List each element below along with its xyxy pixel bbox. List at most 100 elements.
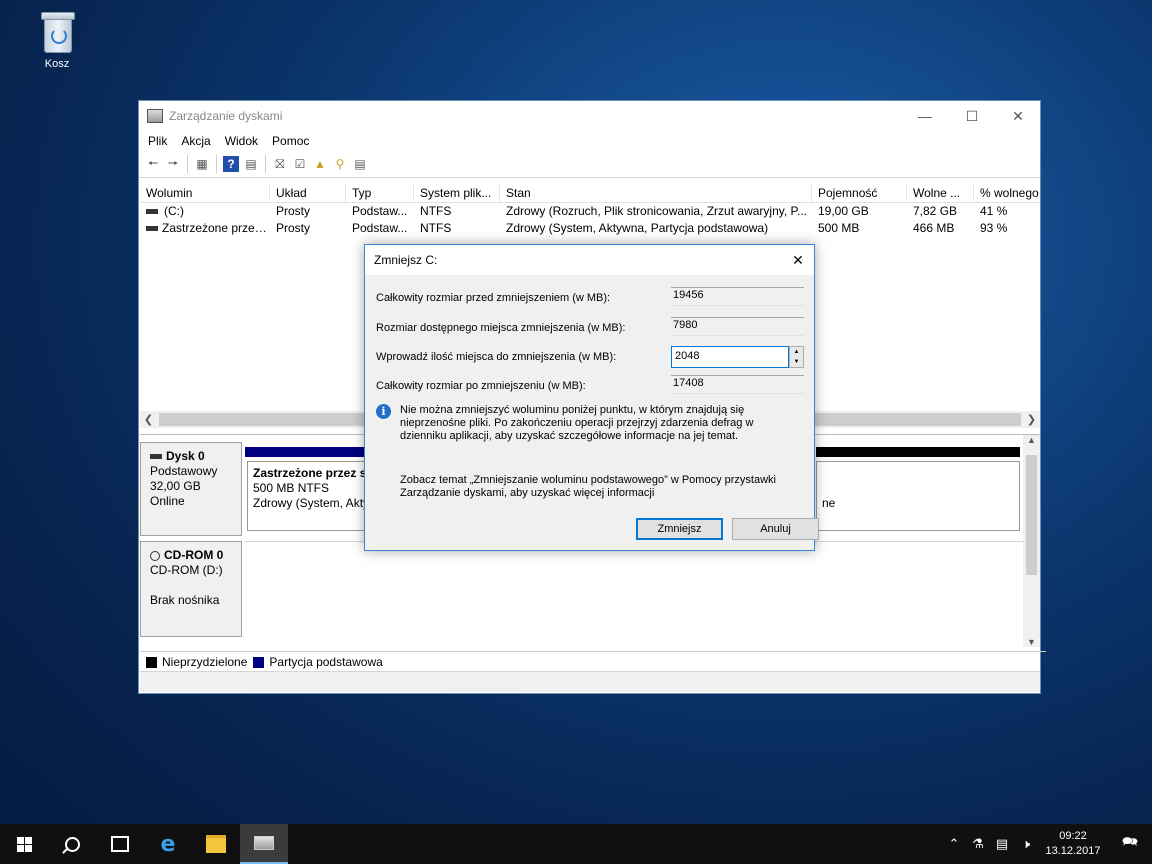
legend: Nieprzydzielone Partycja podstawowa: [140, 651, 1046, 672]
disk-management-app-icon: [147, 109, 163, 123]
vertical-scroll-thumb[interactable]: [1026, 455, 1037, 575]
disk-0-label[interactable]: Dysk 0 Podstawowy 32,00 GB Online: [140, 442, 242, 536]
col-wolne[interactable]: Wolne ...: [907, 184, 974, 202]
menu-akcja[interactable]: Akcja: [174, 134, 217, 148]
console-tree-icon[interactable]: ▦: [194, 156, 210, 172]
shrink-amount-input[interactable]: 2048: [671, 346, 789, 368]
cdrom-0-name: CD-ROM 0: [164, 548, 224, 562]
shrink-dialog: Zmniejsz C: ✕ Całkowity rozmiar przed zm…: [364, 244, 819, 551]
legend-unallocated-label: Nieprzydzielone: [162, 655, 248, 669]
volume-free: 7,82 GB: [913, 204, 958, 218]
connect-disk-icon[interactable]: ⛝: [272, 156, 288, 172]
help-icon[interactable]: ?: [223, 156, 239, 172]
col-uklad[interactable]: Układ: [270, 184, 346, 202]
enter-amount-label: Wprowadź ilość miejsca do zmniejszenia (…: [376, 351, 617, 363]
volume-name: (C:): [164, 204, 184, 218]
col-system-plikow[interactable]: System plik...: [414, 184, 500, 202]
maximize-button[interactable]: ☐: [949, 101, 995, 131]
search-folder-icon[interactable]: ⚲: [332, 156, 348, 172]
start-button[interactable]: [0, 824, 48, 864]
col-wolumin[interactable]: Wolumin: [140, 184, 270, 202]
folder-icon: [206, 835, 226, 853]
clock[interactable]: 09:22 13.12.2017: [1038, 829, 1108, 859]
dialog-titlebar[interactable]: Zmniejsz C: ✕: [365, 245, 814, 275]
windows-logo-icon: [16, 836, 32, 852]
col-stan[interactable]: Stan: [500, 184, 812, 202]
folder-up-icon[interactable]: ▲: [312, 156, 328, 172]
shrink-amount-stepper[interactable]: ▲ ▼: [789, 346, 804, 368]
recycle-bin-label: Kosz: [44, 58, 70, 70]
col-pojemnosc[interactable]: Pojemność: [812, 184, 907, 202]
dialog-close-icon[interactable]: ✕: [782, 245, 814, 275]
table-row[interactable]: Zastrzeżone przez ... Prosty Podstaw... …: [140, 220, 1040, 237]
notifications-icon[interactable]: 🗪: [1108, 833, 1152, 855]
menu-bar: Plik Akcja Widok Pomoc: [139, 131, 1040, 151]
volume-type: Podstaw...: [352, 221, 408, 235]
total-after-value: 17408: [671, 375, 804, 394]
recycle-bin-icon: [37, 10, 77, 54]
volume-type: Podstaw...: [352, 204, 408, 218]
spin-down-icon[interactable]: ▼: [790, 357, 803, 367]
menu-pomoc[interactable]: Pomoc: [265, 134, 316, 148]
network-icon[interactable]: ▤: [990, 836, 1014, 852]
volume-muted-icon[interactable]: 🕨: [1014, 836, 1038, 852]
search-icon: [61, 836, 80, 854]
volume-status: Zdrowy (System, Aktywna, Partycja podsta…: [506, 221, 769, 235]
volume-free: 466 MB: [913, 221, 955, 235]
volume-status: Zdrowy (Rozruch, Plik stronicowania, Zrz…: [506, 204, 807, 218]
show-hidden-icons-icon[interactable]: ⌃: [942, 836, 966, 852]
cdrom-0-label[interactable]: CD-ROM 0 CD-ROM (D:) Brak nośnika: [140, 541, 242, 637]
volume-table-header: Wolumin Układ Typ System plik... Stan Po…: [140, 184, 1040, 203]
partition-reserved[interactable]: Zastrzeżone przez sy 500 MB NTFS Zdrowy …: [247, 461, 365, 531]
file-explorer-button[interactable]: [192, 824, 240, 864]
scroll-left-icon[interactable]: ❮: [140, 413, 157, 426]
col-procent-wolnego[interactable]: % wolnego: [974, 184, 1040, 202]
partition-c[interactable]: ne: [816, 461, 1020, 531]
volume-filesystem: NTFS: [420, 221, 452, 235]
people-icon[interactable]: ⚗: [966, 836, 990, 852]
drive-icon: [146, 226, 158, 232]
disk-management-taskbar-button[interactable]: [240, 824, 288, 864]
search-button[interactable]: [48, 824, 96, 864]
volume-filesystem: NTFS: [420, 204, 452, 218]
table-row[interactable]: (C:) Prosty Podstaw... NTFS Zdrowy (Rozr…: [140, 203, 1040, 220]
edge-icon: e: [160, 831, 176, 857]
forward-arrow-icon[interactable]: 🠖: [165, 156, 181, 172]
partition-bar-c: [816, 447, 1020, 457]
edge-button[interactable]: e: [144, 824, 192, 864]
spin-up-icon[interactable]: ▲: [790, 347, 803, 357]
cdrom-0-area: [245, 541, 1023, 638]
cdrom-icon: [150, 550, 160, 561]
vertical-scrollbar[interactable]: ▲ ▼: [1023, 435, 1040, 647]
scroll-up-icon[interactable]: ▲: [1023, 435, 1040, 445]
dialog-title: Zmniejsz C:: [374, 253, 438, 267]
volume-layout: Prosty: [276, 204, 311, 218]
close-button[interactable]: ✕: [995, 101, 1041, 131]
menu-widok[interactable]: Widok: [218, 134, 265, 148]
action-pane-icon[interactable]: ▤: [243, 156, 259, 172]
cancel-button[interactable]: Anuluj: [732, 518, 819, 540]
help-message: Zobacz temat „Zmniejszanie woluminu pods…: [400, 474, 776, 499]
window-title: Zarządzanie dyskami: [169, 109, 283, 123]
scroll-down-icon[interactable]: ▼: [1023, 637, 1040, 647]
shrink-button[interactable]: Zmniejsz: [636, 518, 723, 540]
task-view-button[interactable]: [96, 824, 144, 864]
partition-bar-reserved: [245, 447, 365, 457]
volume-capacity: 19,00 GB: [818, 204, 869, 218]
minimize-button[interactable]: —: [902, 101, 948, 131]
properties-icon[interactable]: ▤: [352, 156, 368, 172]
disk-icon: [150, 454, 162, 460]
drive-icon: [146, 209, 158, 215]
window-titlebar[interactable]: Zarządzanie dyskami — ☐ ✕: [139, 101, 1040, 131]
volume-free-percent: 41 %: [980, 204, 1008, 218]
checklist-icon[interactable]: ☑: [292, 156, 308, 172]
disk-0-type: Podstawowy: [150, 464, 218, 478]
recycle-bin-shortcut[interactable]: Kosz: [26, 8, 88, 70]
partition-reserved-status: Zdrowy (System, Akty: [253, 496, 365, 510]
scroll-right-icon[interactable]: ❯: [1023, 413, 1040, 426]
disk-0-name: Dysk 0: [166, 449, 205, 463]
system-tray: ⌃ ⚗ ▤ 🕨 09:22 13.12.2017 🗪: [942, 824, 1152, 864]
back-arrow-icon[interactable]: 🠔: [145, 156, 161, 172]
col-typ[interactable]: Typ: [346, 184, 414, 202]
menu-plik[interactable]: Plik: [141, 134, 174, 148]
